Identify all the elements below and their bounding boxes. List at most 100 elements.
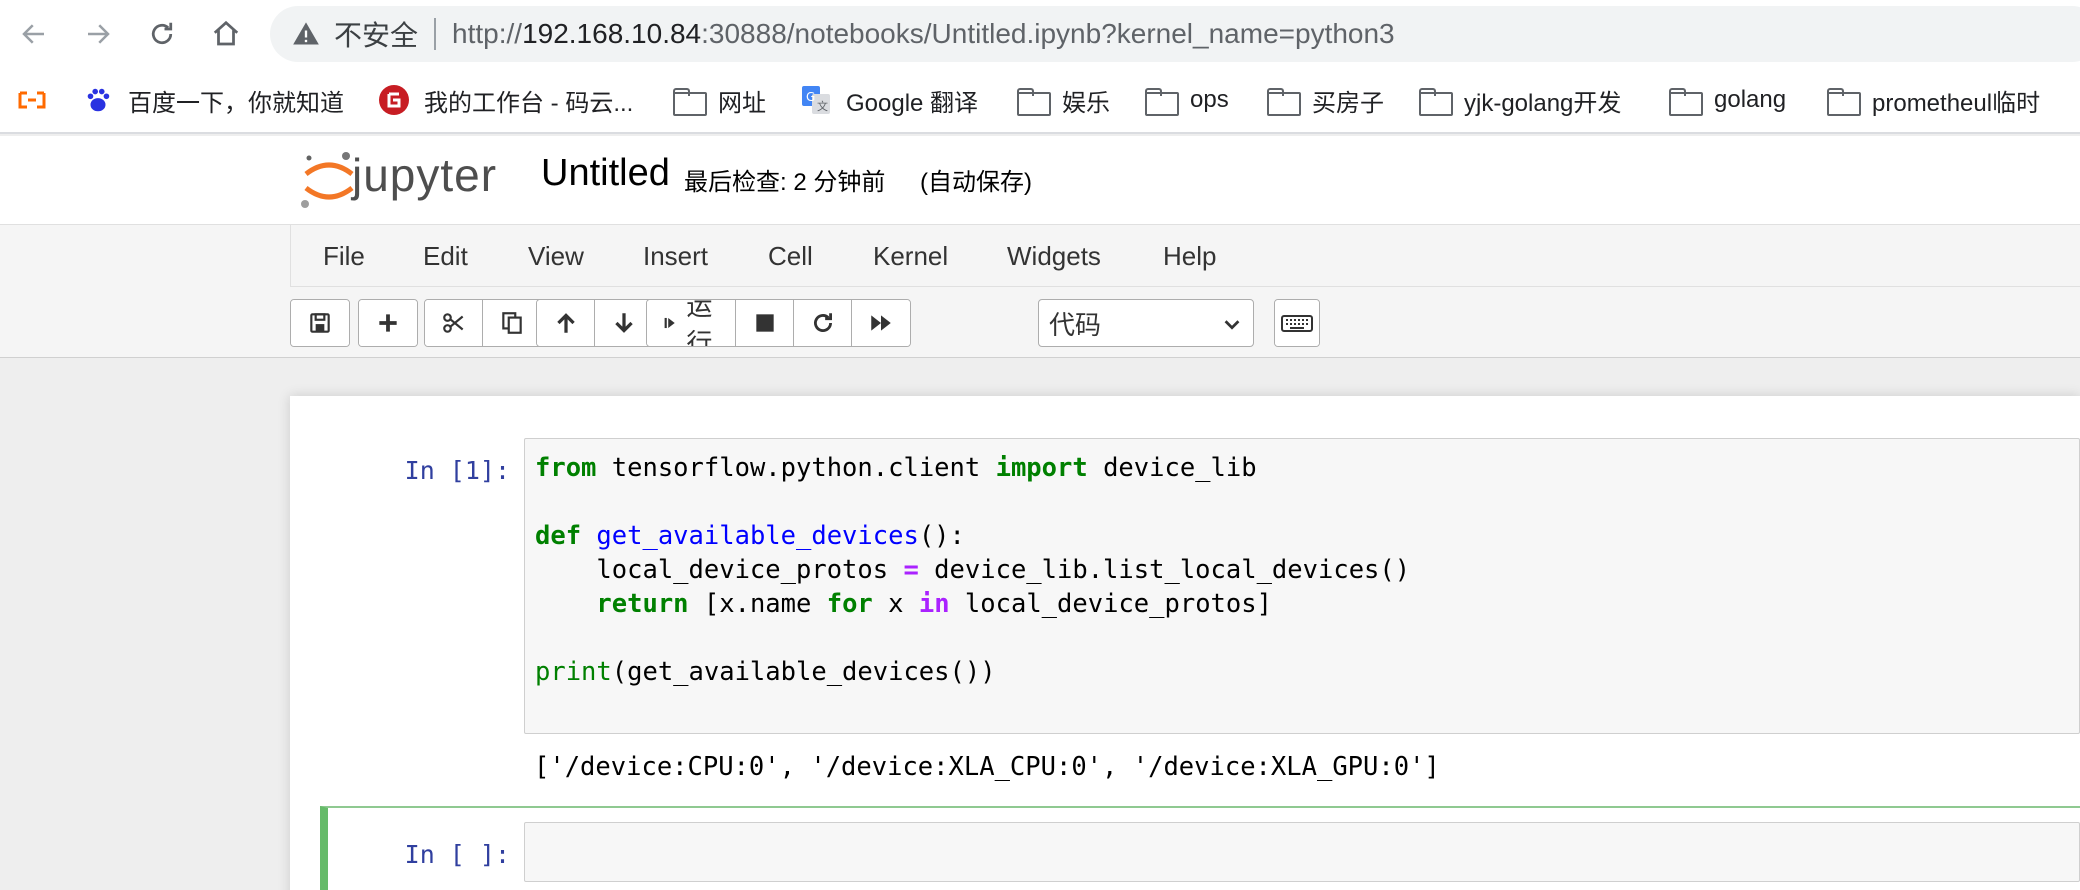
bookmark-label: 娱乐 [1062,89,1110,117]
url-path: :30888/notebooks/Untitled.ipynb?kernel_n… [701,18,1395,49]
cell-prompt: In [ ]: [404,840,510,869]
bookmarks-bar: 百度一下，你就知道 我的工作台 - 码云... 网址 G文 Google 翻译 … [0,68,2080,134]
home-button[interactable] [206,14,246,54]
jupyter-header: jupyter Untitled 最后检查: 2 分钟前 (自动保存) [0,136,2080,224]
bookmark-folder-prometheus[interactable]: prometheul临时 [1826,82,2040,118]
folder-icon [1016,84,1051,116]
code-cell-input-empty[interactable] [524,822,2080,882]
save-icon [310,313,330,333]
google-translate-icon: G文 [800,84,832,116]
code-cell-input[interactable]: from tensorflow.python.client import dev… [524,438,2080,734]
bookmark-label: ops [1190,86,1229,113]
url-text[interactable]: http://192.168.10.84:30888/notebooks/Unt… [452,18,1395,50]
run-label: 运行 [686,299,713,347]
checkpoint-status: 最后检查: 2 分钟前 [684,169,886,196]
cell-output: ['/device:CPU:0', '/device:XLA_CPU:0', '… [534,752,1440,782]
insecure-label[interactable]: 不安全 [334,14,418,54]
jupyter-wordmark[interactable]: jupyter [352,148,497,202]
cell-type-select[interactable]: 代码 [1038,299,1254,347]
copy-button[interactable] [483,300,541,346]
save-button[interactable] [291,300,349,346]
move-down-button[interactable] [595,300,653,346]
back-button[interactable] [14,14,54,54]
warning-icon[interactable] [292,19,322,49]
aliyun-icon [16,84,48,116]
autosave-status: (自动保存) [920,169,1032,196]
forward-button[interactable] [78,14,118,54]
arrow-up-icon [556,313,575,333]
menu-cell[interactable]: Cell [768,241,813,272]
svg-text:G: G [806,90,815,104]
url-divider [434,18,437,50]
menubar: File Edit View Insert Cell Kernel Widget… [290,225,2080,287]
menu-view[interactable]: View [528,241,584,272]
menu-help[interactable]: Help [1163,241,1216,272]
move-group [536,299,654,347]
cell-prompt: In [1]: [404,456,510,485]
code-line: return [x.name for x in local_device_pro… [596,589,1272,619]
menubar-container: File Edit View Insert Cell Kernel Widget… [0,224,2080,358]
baidu-icon [82,84,114,116]
bookmark-label: 网址 [718,89,766,117]
bookmark-baidu[interactable]: 百度一下，你就知道 [82,82,344,118]
bookmark-label: prometheul临时 [1872,89,2041,117]
keyboard-icon [1281,315,1313,332]
folder-icon [1668,84,1703,116]
bookmark-folder-entertainment[interactable]: 娱乐 [1016,82,1110,118]
scissors-icon [442,313,463,333]
bookmark-folder-house[interactable]: 买房子 [1266,82,1384,118]
code-line: def get_available_devices(): [535,521,965,551]
arrow-down-icon [615,313,633,333]
svg-text:文: 文 [817,99,828,113]
run-button[interactable]: 运行 [647,299,737,347]
gitee-icon [378,84,410,116]
folder-icon [1266,84,1301,116]
run-group: 运行 [646,299,912,347]
code-line: local_device_protos = device_lib.list_lo… [535,555,1411,585]
menu-kernel[interactable]: Kernel [873,241,948,272]
reload-icon [151,22,173,45]
step-forward-icon [664,317,675,329]
address-bar[interactable]: 不安全 http://192.168.10.84:30888/notebooks… [270,6,2080,62]
copy-icon [501,312,522,334]
move-up-button[interactable] [537,300,595,346]
bookmark-aliyun[interactable] [16,82,62,118]
menu-file[interactable]: File [323,241,365,272]
insert-cell-button[interactable] [359,300,417,346]
chevron-down-icon [1224,320,1240,330]
menu-edit[interactable]: Edit [423,241,468,272]
fast-forward-icon [871,315,891,331]
stop-icon [755,314,774,332]
folder-icon [1418,84,1453,116]
restart-button[interactable] [794,300,853,346]
insert-group [358,299,418,347]
restart-run-all-button[interactable] [852,300,911,346]
menu-insert[interactable]: Insert [643,241,708,272]
reload-icon [813,313,832,332]
interrupt-button[interactable] [736,300,795,346]
bookmark-label: yjk-golang开发 [1464,89,1622,117]
reload-button[interactable] [142,14,182,54]
menu-widgets[interactable]: Widgets [1007,241,1101,272]
command-palette-button[interactable] [1275,300,1319,346]
bookmark-gitee[interactable]: 我的工作台 - 码云... [378,82,633,118]
bookmark-google-translate[interactable]: G文 Google 翻译 [800,82,978,118]
bookmark-label: 买房子 [1312,89,1384,117]
arrow-left-icon [22,24,44,44]
bookmark-label: 我的工作台 - 码云... [424,89,634,117]
cut-button[interactable] [425,300,483,346]
bookmark-folder-golang[interactable]: golang [1668,82,1786,118]
code-line: from tensorflow.python.client import dev… [535,453,1257,483]
cell-type-value: 代码 [1049,309,1102,340]
arrow-right-icon [88,24,110,44]
bookmark-folder-ops[interactable]: ops [1144,82,1229,118]
notebook-title[interactable]: Untitled [541,152,670,195]
url-host: 192.168.10.84 [522,18,702,49]
home-icon [213,20,239,46]
bookmark-label: golang [1714,86,1787,113]
browser-toolbar: 不安全 http://192.168.10.84:30888/notebooks… [0,0,2080,68]
folder-icon [1826,84,1861,116]
plus-icon [379,314,397,332]
bookmark-folder-yjk-golang[interactable]: yjk-golang开发 [1418,82,1621,118]
bookmark-folder-urls[interactable]: 网址 [672,82,766,118]
